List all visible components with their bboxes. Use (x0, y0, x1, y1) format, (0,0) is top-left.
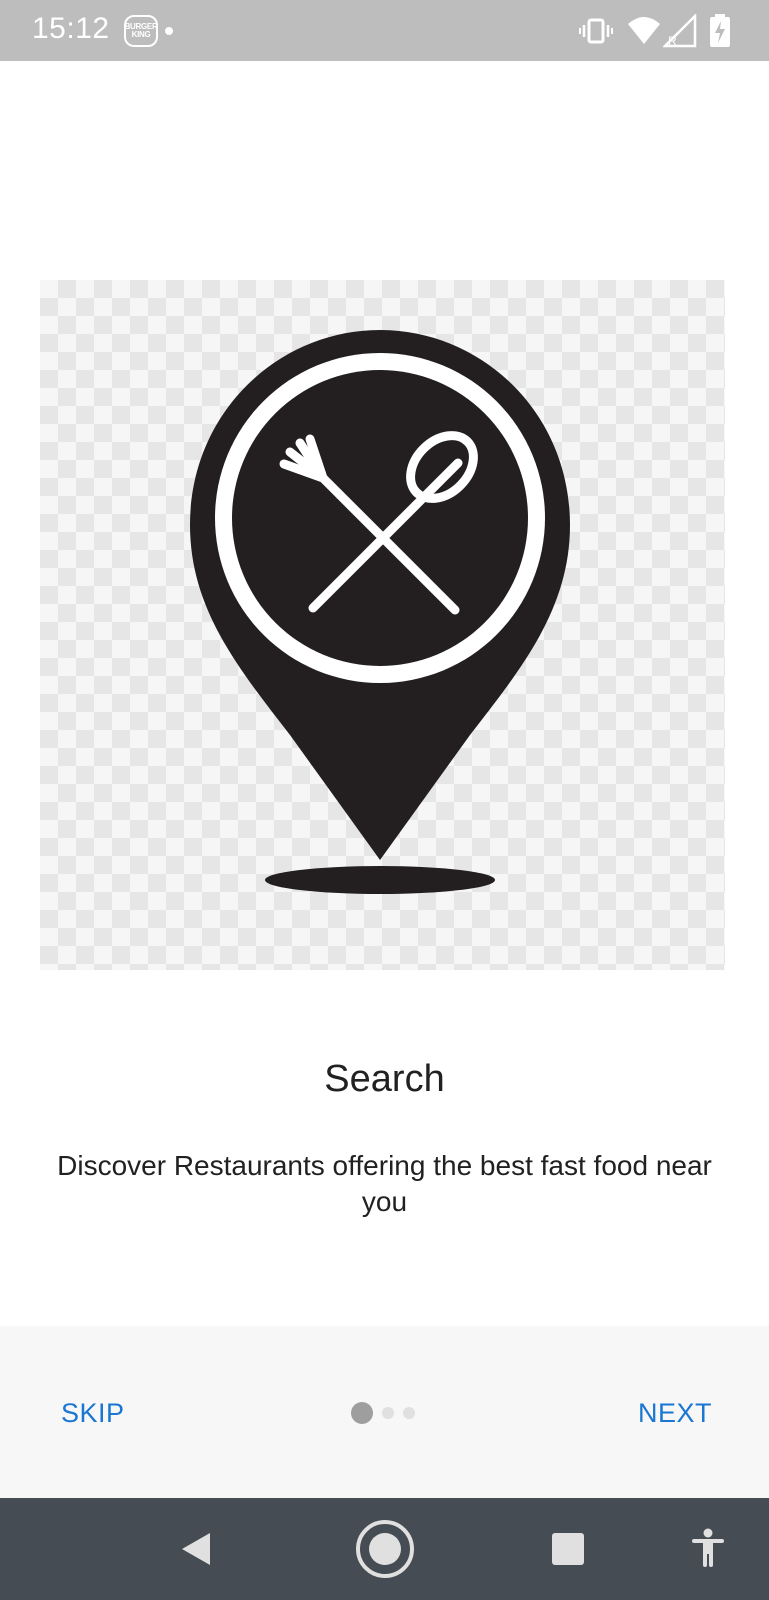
notification-dot-icon (165, 27, 173, 35)
back-icon[interactable] (178, 1531, 214, 1567)
page-dot[interactable] (403, 1407, 415, 1419)
page-dot-active[interactable] (351, 1402, 373, 1424)
status-time: 15:12 (32, 12, 110, 45)
vibrate-icon (579, 18, 613, 44)
onboarding-controls: SKIP NEXT (0, 1326, 769, 1498)
recents-icon[interactable] (551, 1532, 585, 1566)
navigation-bar (0, 1498, 769, 1600)
signal-roaming-icon: R (663, 14, 697, 48)
home-icon[interactable] (354, 1518, 416, 1580)
onboarding-description: Discover Restaurants offering the best f… (57, 1150, 712, 1217)
burger-king-notification-icon: BURGER KING (124, 15, 158, 47)
accessibility-icon[interactable] (691, 1528, 725, 1568)
skip-button[interactable]: SKIP (61, 1398, 125, 1429)
wifi-icon (628, 17, 660, 44)
svg-text:R: R (668, 34, 677, 48)
restaurant-location-pin-icon (190, 330, 570, 894)
page-dot[interactable] (382, 1407, 394, 1419)
onboarding-title: Search (324, 1058, 445, 1100)
onboarding-illustration (40, 280, 725, 970)
next-button[interactable]: NEXT (638, 1398, 712, 1429)
status-bar: 15:12 BURGER KING R (0, 0, 769, 61)
battery-charging-icon (710, 14, 730, 47)
